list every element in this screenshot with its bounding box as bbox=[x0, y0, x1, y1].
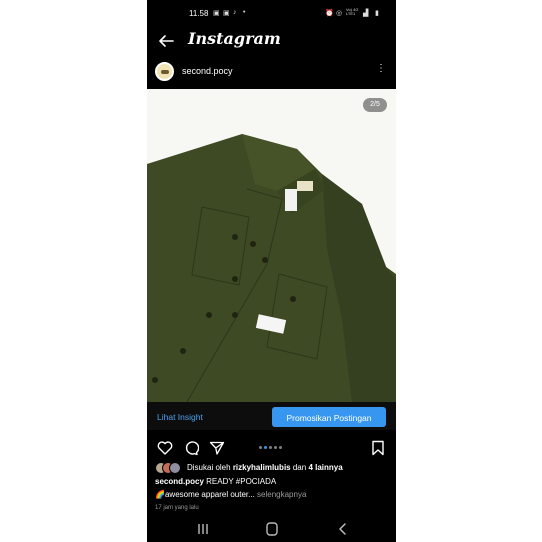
status-bar: 11.58 ▣ ▣ ♪ • ⏰ ◎ Vo) 4G LTE1 ▟ ▮ bbox=[147, 0, 396, 28]
signal-icon: ▟ bbox=[363, 10, 369, 17]
post-header: second.pocy ⋮ bbox=[147, 60, 396, 86]
likes-user[interactable]: rizkyhalimlubis bbox=[233, 463, 291, 472]
likes-text[interactable]: Disukai oleh rizkyhalimlubis dan 4 lainn… bbox=[187, 463, 343, 472]
status-time: 11.58 bbox=[189, 9, 209, 18]
back-arrow-icon[interactable] bbox=[155, 30, 177, 52]
liker-avatar bbox=[169, 462, 181, 474]
more-options-icon[interactable]: ⋮ bbox=[376, 64, 386, 74]
comment-icon[interactable] bbox=[183, 440, 199, 456]
carousel-dots bbox=[259, 446, 299, 450]
carousel-dot bbox=[274, 446, 277, 449]
back-nav-icon[interactable] bbox=[331, 519, 355, 539]
carousel-dot bbox=[279, 446, 282, 449]
bookmark-icon[interactable] bbox=[371, 440, 385, 456]
see-more-link[interactable]: selengkapnya bbox=[257, 490, 306, 499]
insight-bar: Lihat Insight Promosikan Postingan bbox=[147, 402, 396, 430]
caption: second.pocy READY #POCIADA bbox=[155, 477, 276, 486]
caption-username[interactable]: second.pocy bbox=[155, 477, 204, 486]
home-icon[interactable] bbox=[260, 519, 284, 539]
hotspot-icon: ◎ bbox=[336, 10, 343, 17]
page-indicator: 2/5 bbox=[363, 98, 387, 112]
network-label: Vo) 4G LTE1 bbox=[346, 7, 359, 16]
likes-others[interactable]: 4 lainnya bbox=[308, 463, 342, 472]
carousel-dot bbox=[269, 446, 272, 449]
share-icon[interactable] bbox=[209, 440, 225, 456]
promote-post-button[interactable]: Promosikan Postingan bbox=[272, 407, 386, 427]
post-time: 17 jam yang lalu bbox=[155, 505, 199, 511]
post-actions bbox=[147, 436, 396, 460]
system-nav-bar bbox=[147, 516, 396, 542]
caption-line-2: 🌈awesome apparel outer... selengkapnya bbox=[155, 490, 306, 499]
caption-text: READY #POCIADA bbox=[206, 477, 277, 486]
recent-apps-icon[interactable] bbox=[191, 519, 215, 539]
tiktok-icon: ♪ bbox=[233, 9, 237, 16]
facebook-icon: ▣ bbox=[223, 10, 230, 17]
photo-icon: ▣ bbox=[213, 10, 220, 17]
carousel-dot-active bbox=[264, 446, 267, 449]
likes-prefix: Disukai oleh bbox=[187, 463, 231, 472]
jacket-image bbox=[147, 89, 396, 402]
likes-row: Disukai oleh rizkyhalimlubis dan 4 lainn… bbox=[155, 462, 395, 476]
post-username[interactable]: second.pocy bbox=[182, 66, 233, 76]
avatar[interactable] bbox=[155, 62, 174, 81]
battery-icon: ▮ bbox=[375, 10, 379, 17]
app-header: Instagram bbox=[147, 28, 396, 54]
app-title: Instagram bbox=[188, 29, 281, 48]
post-photo[interactable] bbox=[147, 89, 396, 402]
likes-middle: dan bbox=[292, 463, 307, 472]
caption-preview: 🌈awesome apparel outer... bbox=[155, 490, 255, 499]
insight-link[interactable]: Lihat Insight bbox=[157, 412, 203, 422]
status-dot: • bbox=[243, 9, 246, 16]
heart-icon[interactable] bbox=[157, 440, 173, 456]
carousel-dot bbox=[259, 446, 262, 449]
phone-screen: 11.58 ▣ ▣ ♪ • ⏰ ◎ Vo) 4G LTE1 ▟ ▮ Instag… bbox=[147, 0, 396, 542]
alarm-icon: ⏰ bbox=[325, 10, 334, 17]
